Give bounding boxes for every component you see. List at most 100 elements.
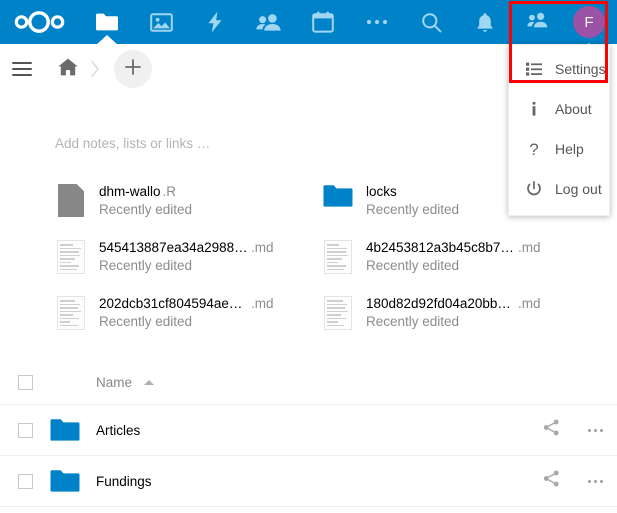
recent-item-subtitle: Recently edited (366, 258, 460, 273)
nav-item-activity[interactable] (188, 0, 242, 44)
row-checkbox[interactable] (17, 473, 33, 489)
menu-item-help[interactable]: ? Help (509, 129, 609, 169)
avatar: F (573, 6, 605, 38)
list-settings-icon (523, 62, 545, 76)
app-navigation (80, 0, 512, 45)
document-thumbnail-icon (322, 296, 354, 332)
recent-item-basename: 180d82d92fd04a20bb0d… (366, 296, 516, 311)
recent-item[interactable]: dhm-wallo .R Recently edited (55, 182, 315, 232)
file-table-header: Name (0, 360, 617, 405)
question-icon: ? (529, 139, 539, 159)
recent-item-text: 4b2453812a3b45c8b71e… .md Recently edite… (366, 238, 541, 273)
breadcrumb-home[interactable] (50, 57, 86, 82)
recent-item-basename: dhm-wallo (99, 184, 161, 199)
row-actions-button[interactable] (573, 428, 617, 432)
recent-item-name: 180d82d92fd04a20bb0d… .md (366, 296, 541, 311)
table-row[interactable]: Fundings (0, 456, 617, 507)
contacts-menu-button[interactable] (515, 0, 561, 44)
sort-ascending-icon (144, 379, 155, 385)
ellipsis-icon (587, 479, 603, 483)
recent-item-extension: .R (162, 184, 177, 199)
menu-item-label: Help (555, 141, 584, 157)
user-menu-dropdown: Settings About ? Help Log out (508, 44, 610, 216)
select-all-cell (0, 374, 50, 390)
recent-item-basename: 202dcb31cf804594ae083… (99, 296, 249, 311)
ellipsis-icon (587, 428, 603, 432)
column-header-name-label: Name (96, 374, 133, 390)
nav-item-files[interactable] (80, 0, 134, 45)
row-name-label: Articles (96, 422, 141, 438)
row-actions-button[interactable] (573, 479, 617, 483)
recent-item[interactable]: 545413887ea34a2988ee… .md Recently edite… (55, 238, 315, 288)
power-icon (523, 181, 545, 197)
folder-icon (322, 184, 354, 220)
new-file-button[interactable] (114, 50, 152, 88)
document-thumbnail-icon (322, 240, 354, 276)
recent-column-left: dhm-wallo .R Recently edited 545413887ea… (55, 182, 315, 350)
breadcrumb-separator (86, 60, 104, 78)
recent-item-subtitle: Recently edited (99, 314, 193, 329)
image-icon (149, 12, 173, 33)
notes-input-placeholder[interactable]: Add notes, lists or links … (55, 136, 210, 151)
ellipsis-icon (366, 19, 388, 25)
share-icon (543, 470, 560, 492)
user-avatar-button[interactable]: F (561, 0, 617, 53)
row-select-cell (0, 473, 50, 489)
recent-item-name: 545413887ea34a2988ee… .md (99, 240, 274, 255)
notifications-button[interactable] (458, 0, 512, 44)
recent-item[interactable]: 4b2453812a3b45c8b71e… .md Recently edite… (322, 238, 582, 288)
recent-item-text: 545413887ea34a2988ee… .md Recently edite… (99, 238, 274, 273)
calendar-icon (312, 11, 334, 33)
search-button[interactable] (404, 0, 458, 44)
recent-item-basename: locks (366, 184, 397, 199)
home-icon (57, 57, 79, 82)
recent-item-subtitle: Recently edited (366, 202, 460, 217)
recent-item-text: dhm-wallo .R Recently edited (99, 182, 192, 217)
nav-item-more-apps[interactable] (350, 0, 404, 44)
menu-item-about[interactable]: About (509, 89, 609, 129)
menu-item-label: About (555, 101, 592, 117)
recent-item-extension: .md (251, 296, 274, 311)
share-icon (543, 419, 560, 441)
recent-item[interactable]: 180d82d92fd04a20bb0d… .md Recently edite… (322, 294, 582, 344)
recent-item-subtitle: Recently edited (99, 258, 193, 273)
recent-item-name: 202dcb31cf804594ae083… .md (99, 296, 274, 311)
folder-icon (50, 418, 86, 442)
recent-item-name: dhm-wallo .R (99, 184, 192, 199)
recent-item-subtitle: Recently edited (99, 202, 193, 217)
folder-icon (95, 12, 119, 32)
people-icon (256, 12, 282, 32)
nav-item-calendar[interactable] (296, 0, 350, 44)
nav-item-contacts[interactable] (242, 0, 296, 44)
nav-item-photos[interactable] (134, 0, 188, 44)
recent-item-text: locks Recently edited (366, 182, 459, 217)
recent-item-extension: .md (518, 296, 541, 311)
nextcloud-logo[interactable] (0, 0, 80, 44)
recent-item[interactable]: 202dcb31cf804594ae083… .md Recently edit… (55, 294, 315, 344)
menu-item-logout[interactable]: Log out (509, 169, 609, 209)
table-row[interactable]: Articles (0, 405, 617, 456)
plus-icon (124, 58, 142, 81)
menu-item-settings[interactable]: Settings (509, 49, 609, 89)
row-select-cell (0, 422, 50, 438)
file-icon (55, 184, 87, 220)
column-header-name[interactable]: Name (96, 374, 155, 390)
select-all-checkbox[interactable] (17, 374, 33, 390)
menu-item-label: Log out (555, 181, 602, 197)
info-icon (523, 101, 545, 117)
recent-item-basename: 4b2453812a3b45c8b71e… (366, 240, 516, 255)
share-button[interactable] (529, 419, 573, 441)
bell-icon (476, 12, 494, 33)
recent-item-name: 4b2453812a3b45c8b71e… .md (366, 240, 541, 255)
header-right-cluster: F (515, 0, 617, 53)
recent-item-name: locks (366, 184, 459, 199)
folder-icon (50, 469, 86, 493)
recent-item-text: 180d82d92fd04a20bb0d… .md Recently edite… (366, 294, 541, 329)
row-name-label: Fundings (96, 473, 152, 489)
nextcloud-files-page: F Settings About ? Help Log out Add note… (0, 0, 617, 513)
search-icon (421, 12, 442, 33)
menu-toggle-button[interactable] (0, 58, 44, 80)
hamburger-icon (12, 58, 32, 80)
share-button[interactable] (529, 470, 573, 492)
row-checkbox[interactable] (17, 422, 33, 438)
